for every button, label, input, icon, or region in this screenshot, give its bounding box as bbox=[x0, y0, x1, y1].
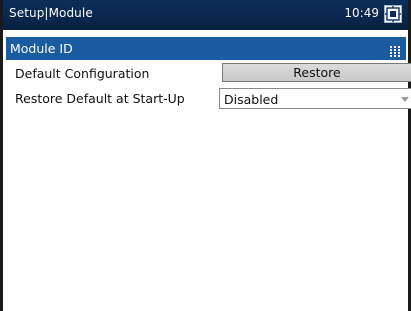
grid-icon[interactable] bbox=[390, 43, 400, 57]
window-title: Setup|Module bbox=[9, 6, 93, 20]
restore-at-startup-value: Disabled bbox=[224, 92, 279, 107]
default-configuration-label: Default Configuration bbox=[15, 66, 150, 81]
module-id-label: Module ID bbox=[10, 41, 73, 56]
app-window: Setup|Module 10:49 Module ID Default Con… bbox=[0, 0, 411, 311]
clock: 10:49 bbox=[344, 6, 379, 20]
restore-at-startup-label: Restore Default at Start-Up bbox=[15, 91, 185, 106]
restore-at-startup-select[interactable]: Disabled bbox=[219, 88, 411, 109]
title-bar: Setup|Module 10:49 bbox=[3, 0, 408, 30]
module-id-header[interactable]: Module ID bbox=[6, 37, 406, 60]
restore-at-startup-row: Restore Default at Start-Up Disabled bbox=[3, 88, 411, 109]
chevron-down-icon bbox=[401, 97, 409, 102]
device-status-icon[interactable] bbox=[384, 5, 402, 23]
restore-button[interactable]: Restore bbox=[222, 63, 411, 82]
default-configuration-row: Default Configuration Restore bbox=[3, 63, 411, 83]
